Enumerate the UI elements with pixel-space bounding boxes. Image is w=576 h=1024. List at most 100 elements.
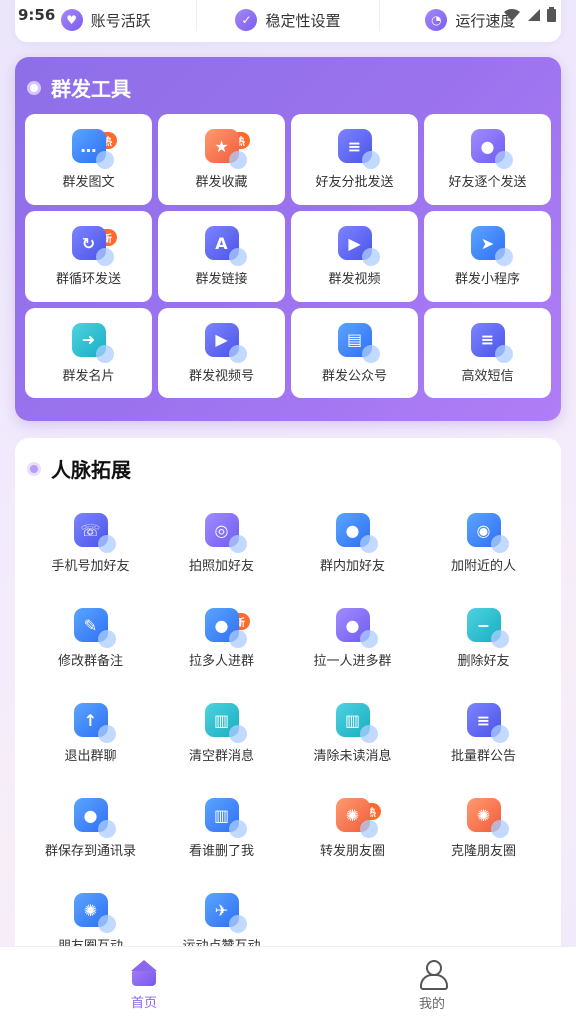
net-group-add-friend[interactable]: ● 群内加好友 bbox=[287, 496, 418, 591]
tool-label: 群发小程序 bbox=[454, 272, 520, 287]
tool-label: 拉一人进多群 bbox=[313, 654, 392, 669]
status-time: 9:56 bbox=[18, 6, 56, 24]
user-icon bbox=[418, 959, 448, 990]
tool-label: 看谁删了我 bbox=[188, 844, 254, 859]
tool-group-send-image-text[interactable]: 热 … 群发图文 bbox=[25, 114, 152, 205]
loop-send-icon: ↻ bbox=[71, 226, 114, 266]
tool-label: 清空群消息 bbox=[188, 749, 254, 764]
tool-label: 克隆朋友圈 bbox=[450, 844, 516, 859]
network-expansion-card: 人脉拓展 ☏ 手机号加好友 ◎ 拍照加好友 ● 群内加好友 ◉ 加附近的人 ✎ … bbox=[15, 438, 561, 1024]
network-grid: ☏ 手机号加好友 ◎ 拍照加好友 ● 群内加好友 ◉ 加附近的人 ✎ 修改群备注… bbox=[25, 496, 551, 971]
net-forward-moments[interactable]: 热 ✺ 转发朋友圈 bbox=[287, 781, 418, 876]
single-invite-icon: ● bbox=[335, 608, 378, 648]
clear-unread-icon: ▥ bbox=[335, 703, 378, 743]
net-batch-announcement[interactable]: ≡ 批量群公告 bbox=[418, 686, 549, 781]
tool-group-send-channels[interactable]: ▶ 群发视频号 bbox=[158, 308, 285, 398]
link-icon: A bbox=[204, 226, 247, 266]
paper-plane-icon: ➤ bbox=[470, 226, 513, 266]
tool-label: 批量群公告 bbox=[450, 749, 516, 764]
section-title: 人脉拓展 bbox=[27, 454, 131, 483]
tool-label: 转发朋友圈 bbox=[319, 844, 385, 859]
tool-label: 好友逐个发送 bbox=[448, 175, 527, 190]
status-indicators bbox=[503, 7, 556, 26]
location-add-icon: ◉ bbox=[466, 513, 509, 553]
nav-label-mine: 我的 bbox=[418, 997, 445, 1012]
tool-label: 群发公众号 bbox=[321, 368, 387, 384]
tool-group-send-video[interactable]: ▶ 群发视频 bbox=[291, 211, 418, 302]
section-title: 群发工具 bbox=[27, 73, 131, 102]
moments-forward-icon: ✺ bbox=[335, 798, 378, 838]
nav-item-mine[interactable]: 我的 bbox=[288, 947, 576, 1024]
tool-batch-send-friends[interactable]: ≡ 好友分批发送 bbox=[291, 114, 418, 205]
net-edit-group-note[interactable]: ✎ 修改群备注 bbox=[25, 591, 156, 686]
tool-efficient-sms[interactable]: ≡ 高效短信 bbox=[424, 308, 551, 398]
video-icon: ▶ bbox=[337, 226, 380, 266]
detect-deleted-icon: ▥ bbox=[204, 798, 247, 838]
tool-label: 拍照加好友 bbox=[188, 559, 254, 574]
net-clone-moments[interactable]: ✺ 克隆朋友圈 bbox=[418, 781, 549, 876]
tool-label: 清除未读消息 bbox=[313, 749, 392, 764]
home-icon bbox=[130, 960, 158, 986]
batch-list-icon: ≡ bbox=[337, 129, 380, 169]
net-add-nearby[interactable]: ◉ 加附近的人 bbox=[418, 496, 549, 591]
group-add-icon: ● bbox=[335, 513, 378, 553]
bottom-nav: 首页 我的 bbox=[0, 946, 576, 1024]
edit-note-icon: ✎ bbox=[73, 608, 116, 648]
battery-icon bbox=[547, 7, 556, 26]
chat-bubble-icon: … bbox=[71, 129, 114, 169]
tool-group-loop-send[interactable]: 新 ↻ 群循环发送 bbox=[25, 211, 152, 302]
sms-icon: ≡ bbox=[470, 322, 513, 363]
tool-group-send-card[interactable]: ➜ 群发名片 bbox=[25, 308, 152, 398]
net-exit-group[interactable]: ↑ 退出群聊 bbox=[25, 686, 156, 781]
tool-group-send-mini-program[interactable]: ➤ 群发小程序 bbox=[424, 211, 551, 302]
tool-label: 删除好友 bbox=[457, 654, 510, 669]
nav-item-home[interactable]: 首页 bbox=[0, 947, 288, 1024]
net-clear-unread[interactable]: ▥ 清除未读消息 bbox=[287, 686, 418, 781]
moments-clone-icon: ✺ bbox=[466, 798, 509, 838]
moments-interact-icon: ✺ bbox=[73, 893, 116, 933]
net-invite-one-to-many[interactable]: ● 拉一人进多群 bbox=[287, 591, 418, 686]
star-folder-icon: ★ bbox=[204, 129, 247, 169]
tool-group-send-favorites[interactable]: 热 ★ 群发收藏 bbox=[158, 114, 285, 205]
tool-label: 好友分批发送 bbox=[315, 175, 394, 190]
title-dot-icon bbox=[27, 461, 41, 476]
announcement-icon: ≡ bbox=[466, 703, 509, 743]
section-heading: 人脉拓展 bbox=[51, 458, 131, 482]
exit-group-icon: ↑ bbox=[73, 703, 116, 743]
tool-label: 群保存到通讯录 bbox=[44, 844, 136, 859]
tool-group-send-official-account[interactable]: ▤ 群发公众号 bbox=[291, 308, 418, 398]
signal-icon bbox=[527, 8, 541, 26]
tool-label: 群发收藏 bbox=[195, 175, 248, 190]
trash-icon: − bbox=[466, 608, 509, 648]
tool-label: 修改群备注 bbox=[57, 654, 123, 669]
net-phone-add-friend[interactable]: ☏ 手机号加好友 bbox=[25, 496, 156, 591]
contacts-icon: ● bbox=[470, 129, 513, 169]
tool-label: 加附近的人 bbox=[450, 559, 516, 574]
tool-group-send-link[interactable]: A 群发链接 bbox=[158, 211, 285, 302]
net-delete-friend[interactable]: − 删除好友 bbox=[418, 591, 549, 686]
wifi-icon bbox=[503, 8, 521, 26]
net-save-group-contacts[interactable]: ● 群保存到通讯录 bbox=[25, 781, 156, 876]
tool-label: 高效短信 bbox=[461, 368, 514, 384]
card-icon: ➜ bbox=[71, 322, 114, 363]
tool-label: 退出群聊 bbox=[64, 749, 117, 764]
net-who-deleted-me[interactable]: ▥ 看谁删了我 bbox=[156, 781, 287, 876]
save-contacts-icon: ● bbox=[73, 798, 116, 838]
net-invite-many[interactable]: 新 ● 拉多人进群 bbox=[156, 591, 287, 686]
net-photo-add-friend[interactable]: ◎ 拍照加好友 bbox=[156, 496, 287, 591]
tool-label: 群发名片 bbox=[62, 368, 115, 384]
net-clear-group-messages[interactable]: ▥ 清空群消息 bbox=[156, 686, 287, 781]
nav-label-home: 首页 bbox=[130, 996, 157, 1011]
tool-label: 手机号加好友 bbox=[51, 559, 130, 574]
multi-invite-icon: ● bbox=[204, 608, 247, 648]
tool-label: 群发视频号 bbox=[188, 368, 254, 384]
phone-add-icon: ☏ bbox=[73, 513, 116, 553]
tool-label: 群发链接 bbox=[195, 272, 248, 287]
tools-grid: 热 … 群发图文 热 ★ 群发收藏 ≡ 好友分批发送 ● 好友逐个发送 新 ↻ … bbox=[25, 114, 551, 398]
tool-send-friends-one-by-one[interactable]: ● 好友逐个发送 bbox=[424, 114, 551, 205]
official-account-icon: ▤ bbox=[337, 322, 380, 363]
tv-icon: ▶ bbox=[204, 322, 247, 363]
tool-label: 群发图文 bbox=[62, 175, 115, 190]
mass-send-tools-card: 群发工具 热 … 群发图文 热 ★ 群发收藏 ≡ 好友分批发送 ● 好友逐个发送… bbox=[15, 57, 561, 421]
sport-like-icon: ✈ bbox=[204, 893, 247, 933]
